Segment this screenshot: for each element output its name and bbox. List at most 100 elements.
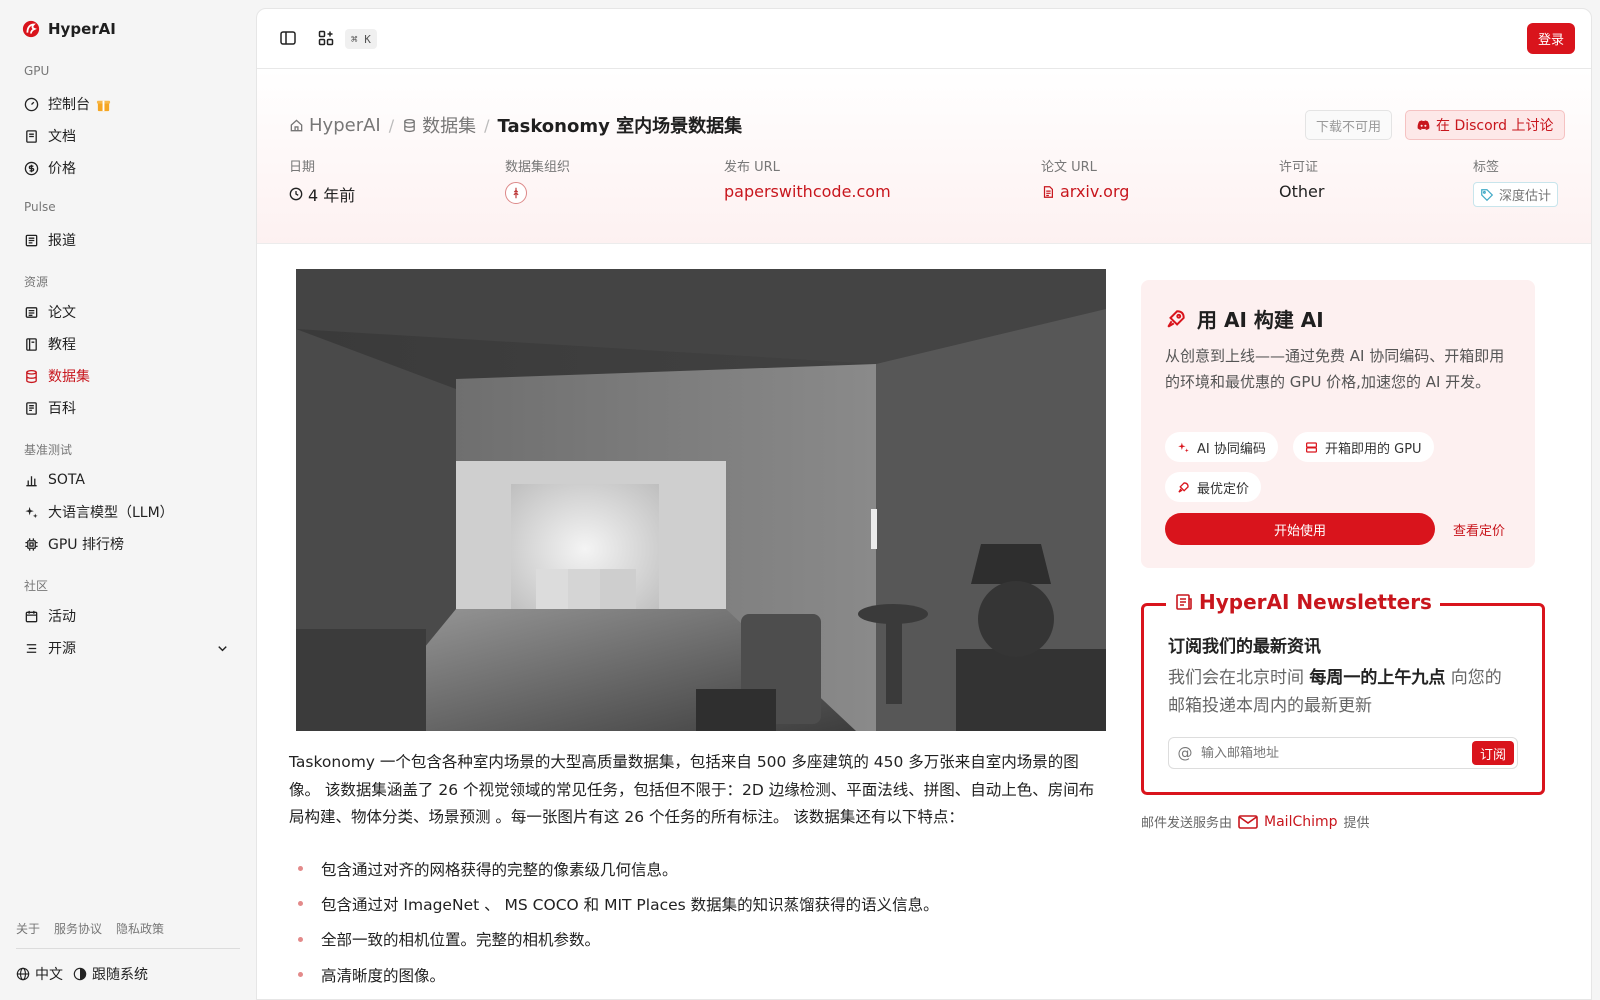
- notebook-icon: [26, 337, 37, 351]
- sidebar-item-events[interactable]: 活动: [16, 602, 238, 630]
- mailchimp-label: MailChimp: [1264, 813, 1338, 830]
- sidebar: HyperAI GPU 控制台 文档 价格 Pulse 报道 资源 论文 教程 …: [0, 0, 255, 1000]
- command-shortcut[interactable]: ⌘ K: [345, 29, 377, 49]
- meta-publish-url: 发布 URL paperswithcode.com: [724, 156, 891, 201]
- language-label: 中文: [35, 967, 63, 983]
- main-panel: ⌘ K 登录 HyperAI / 数据集 / Taskonomy 室内场景数据集…: [256, 8, 1592, 1000]
- newsletter-text: 我们会在北京时间 每周一的上午九点 向您的邮箱投递本周内的最新更新: [1168, 664, 1518, 720]
- view-pricing-link[interactable]: 查看定价: [1453, 520, 1505, 539]
- sidebar-item-news[interactable]: 报道: [16, 226, 238, 254]
- section-gpu-title: GPU: [24, 64, 50, 78]
- ai-promo-title: 用 AI 构建 AI: [1165, 304, 1324, 333]
- sparkles-icon: [25, 506, 38, 518]
- sidebar-item-label: 论文: [48, 305, 76, 321]
- meta-license: 许可证 Other: [1279, 156, 1324, 201]
- section-pulse-title: Pulse: [24, 200, 56, 214]
- apps-grid-icon[interactable]: [317, 29, 335, 47]
- sidebar-item-papers[interactable]: 论文: [16, 298, 238, 326]
- sidebar-item-label: 价格: [48, 161, 76, 177]
- sidebar-item-sota[interactable]: SOTA: [16, 466, 238, 494]
- mailchimp-link[interactable]: MailChimp: [1238, 814, 1338, 830]
- meta-org-row: [505, 182, 570, 204]
- brand[interactable]: HyperAI: [22, 20, 116, 38]
- subscribe-button[interactable]: 订阅: [1471, 741, 1514, 765]
- breadcrumb-datasets[interactable]: 数据集: [402, 112, 476, 138]
- book-icon: [26, 129, 37, 143]
- ai-promo-title-text: 用 AI 构建 AI: [1197, 308, 1324, 332]
- meta-paper-url-label: 论文 URL: [1041, 160, 1097, 175]
- newsletter-title-text: HyperAI Newsletters: [1199, 590, 1432, 614]
- dataset-description: Taskonomy 一个包含各种室内场景的大型高质量数据集，包括来自 500 多…: [289, 753, 1095, 826]
- meta-date-value: 4 年前: [308, 186, 356, 205]
- meta-org-label: 数据集组织: [505, 160, 571, 175]
- discord-label: 在 Discord 上讨论: [1436, 118, 1554, 134]
- clock-icon: [289, 187, 303, 201]
- newsletter-card: HyperAI Newsletters 订阅我们的最新资讯 我们会在北京时间 每…: [1141, 590, 1545, 795]
- at-sign-icon: @: [1177, 744, 1193, 762]
- sidebar-item-console[interactable]: 控制台: [16, 90, 238, 118]
- newsletter-form: @ 订阅: [1168, 737, 1518, 769]
- section-community-title: 社区: [24, 579, 49, 593]
- footer-settings: 中文 跟随系统: [16, 964, 148, 984]
- newsletter-title: HyperAI Newsletters: [1166, 590, 1440, 614]
- rocket-icon: [1167, 309, 1185, 328]
- publish-url-link[interactable]: paperswithcode.com: [724, 182, 891, 201]
- topbar: ⌘ K 登录: [257, 9, 1591, 69]
- email-input[interactable]: [1201, 745, 1472, 761]
- paper-url-link[interactable]: arxiv.org: [1041, 182, 1129, 201]
- login-button[interactable]: 登录: [1526, 23, 1575, 54]
- mail-provider-note: 邮件发送服务由 MailChimp 提供: [1141, 812, 1370, 832]
- paper-url-value: arxiv.org: [1060, 182, 1130, 201]
- sidebar-toggle-icon[interactable]: [279, 29, 297, 47]
- sidebar-item-open-source[interactable]: 开源: [16, 634, 238, 662]
- sidebar-item-pricing[interactable]: 价格: [16, 154, 238, 182]
- stanford-logo-icon[interactable]: [505, 182, 527, 204]
- tag-depth-estimation[interactable]: 深度估计: [1473, 182, 1559, 207]
- chip-label: 开箱即用的 GPU: [1325, 441, 1422, 457]
- sidebar-item-label: SOTA: [48, 472, 85, 488]
- theme-switcher[interactable]: 跟随系统: [73, 964, 148, 984]
- list-icon: [26, 643, 37, 653]
- meta-date-label: 日期: [289, 160, 316, 175]
- footer-divider: [16, 948, 240, 949]
- sidebar-item-label: 开源: [48, 641, 76, 657]
- list-item: 包含通过对 ImageNet 、 MS COCO 和 MIT Places 数据…: [289, 886, 1109, 921]
- chip-label: AI 协同编码: [1197, 441, 1266, 457]
- meta-org: 数据集组织: [505, 156, 570, 204]
- breadcrumb: HyperAI / 数据集 / Taskonomy 室内场景数据集: [289, 112, 742, 138]
- database-icon: [26, 369, 37, 383]
- chip-ai-coding[interactable]: AI 协同编码: [1165, 432, 1278, 462]
- chip-ready-gpu[interactable]: 开箱即用的 GPU: [1293, 432, 1434, 462]
- meta-license-value: Other: [1279, 182, 1325, 201]
- language-switcher[interactable]: 中文: [16, 964, 63, 984]
- discord-icon: [1417, 119, 1430, 130]
- footer-link-terms[interactable]: 服务协议: [54, 920, 102, 937]
- footer-link-privacy[interactable]: 隐私政策: [116, 920, 164, 937]
- calendar-icon: [25, 610, 38, 622]
- sidebar-item-datasets[interactable]: 数据集: [16, 362, 238, 390]
- sidebar-item-label: 控制台: [48, 97, 90, 113]
- footer-link-about[interactable]: 关于: [16, 920, 40, 937]
- sidebar-item-label: 大语言模型（LLM）: [48, 505, 174, 521]
- sidebar-item-docs[interactable]: 文档: [16, 122, 238, 150]
- bar-chart-icon: [26, 475, 37, 486]
- sidebar-item-tutorials[interactable]: 教程: [16, 330, 238, 358]
- tag-icon: [1481, 188, 1494, 201]
- get-started-button[interactable]: 开始使用: [1165, 513, 1435, 545]
- breadcrumb-home[interactable]: HyperAI: [289, 115, 381, 136]
- brand-name: HyperAI: [48, 20, 116, 38]
- home-icon: [290, 118, 303, 131]
- sidebar-item-label: 文档: [48, 129, 76, 145]
- sidebar-item-label: 百科: [48, 401, 76, 417]
- list-item: 高清晰度的图像。: [289, 957, 1109, 992]
- chip-best-price[interactable]: 最优定价: [1165, 472, 1262, 502]
- download-button[interactable]: 下载不可用: [1305, 110, 1393, 140]
- tag-label: 深度估计: [1499, 189, 1552, 204]
- chevron-down-icon[interactable]: [215, 641, 230, 656]
- sidebar-item-llm[interactable]: 大语言模型（LLM）: [16, 498, 238, 526]
- sidebar-item-wiki[interactable]: 百科: [16, 394, 238, 422]
- dollar-circle-icon: [24, 161, 39, 175]
- meta-paper-url: 论文 URL arxiv.org: [1041, 156, 1129, 201]
- sidebar-item-gpu-ranking[interactable]: GPU 排行榜: [16, 530, 238, 558]
- discord-button[interactable]: 在 Discord 上讨论: [1405, 110, 1565, 140]
